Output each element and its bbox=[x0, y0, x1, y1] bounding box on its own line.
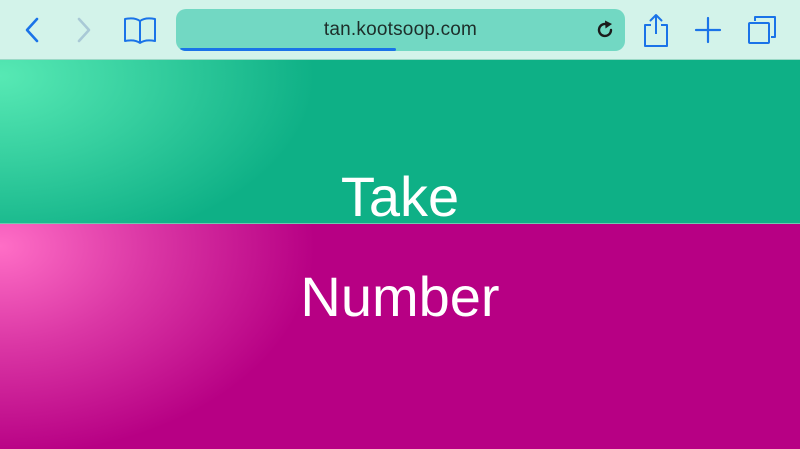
chevron-left-icon bbox=[25, 17, 39, 43]
share-icon bbox=[644, 14, 668, 47]
forward-button[interactable] bbox=[64, 8, 104, 52]
tabs-button[interactable] bbox=[740, 8, 784, 52]
page-load-progress bbox=[176, 48, 625, 51]
page-load-progress-fill bbox=[180, 48, 396, 51]
number-panel[interactable] bbox=[0, 224, 800, 449]
browser-window: tan.kootsoop.com Take Number bbox=[0, 0, 800, 449]
address-bar[interactable]: tan.kootsoop.com bbox=[176, 9, 625, 51]
number-label: Number bbox=[300, 265, 500, 328]
book-icon bbox=[124, 17, 156, 44]
chevron-right-icon bbox=[77, 17, 91, 43]
reload-icon bbox=[597, 20, 613, 38]
browser-toolbar: tan.kootsoop.com bbox=[0, 0, 800, 60]
reload-button[interactable] bbox=[593, 18, 617, 42]
bookmarks-button[interactable] bbox=[118, 8, 162, 52]
share-button[interactable] bbox=[634, 8, 678, 52]
plus-icon bbox=[694, 16, 722, 44]
back-button[interactable] bbox=[12, 8, 52, 52]
tabs-icon bbox=[748, 16, 776, 44]
new-tab-button[interactable] bbox=[686, 8, 730, 52]
url-text[interactable]: tan.kootsoop.com bbox=[176, 9, 625, 51]
take-label: Take bbox=[340, 165, 460, 228]
